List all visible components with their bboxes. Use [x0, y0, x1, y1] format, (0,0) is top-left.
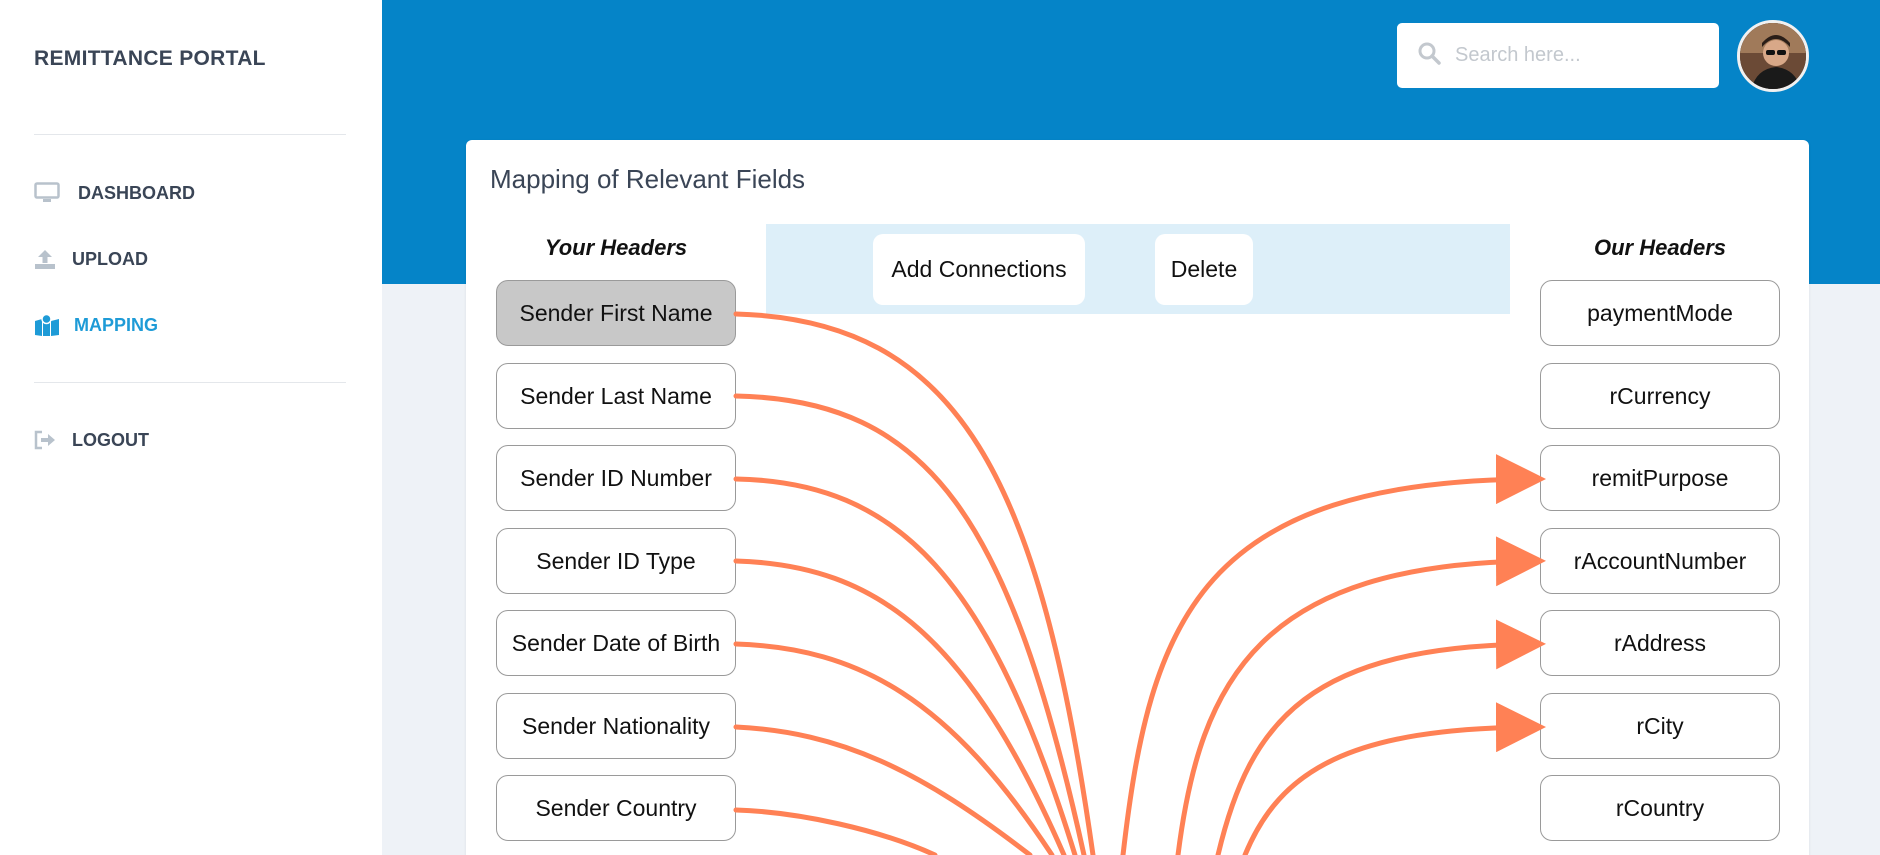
mapping-toolbar: Add Connections Delete	[766, 224, 1510, 314]
our-header-rcurrency[interactable]: rCurrency	[1540, 363, 1780, 429]
your-header-sender-country[interactable]: Sender Country	[496, 775, 736, 841]
sidebar-divider	[34, 382, 346, 383]
sidebar-item-label: MAPPING	[74, 314, 159, 335]
logout-icon	[34, 427, 64, 453]
monitor-icon	[34, 180, 64, 206]
our-header-remitpurpose[interactable]: remitPurpose	[1540, 445, 1780, 511]
our-header-rcountry[interactable]: rCountry	[1540, 775, 1780, 841]
sidebar-item-label: UPLOAD	[72, 248, 148, 269]
sidebar-item-label: DASHBOARD	[78, 182, 195, 203]
avatar[interactable]	[1737, 20, 1809, 92]
upload-icon	[34, 246, 64, 272]
sidebar-item-mapping[interactable]: MAPPING	[34, 312, 158, 338]
our-header-paymentmode[interactable]: paymentMode	[1540, 280, 1780, 346]
our-header-raddress[interactable]: rAddress	[1540, 610, 1780, 676]
our-headers-title: Our Headers	[1593, 235, 1727, 260]
search-input[interactable]	[1455, 44, 1705, 67]
sidebar-divider	[34, 134, 346, 135]
your-header-sender-date-of-birth[interactable]: Sender Date of Birth	[496, 610, 736, 676]
sidebar-item-logout[interactable]: LOGOUT	[34, 427, 149, 453]
sidebar: REMITTANCE PORTAL DASHBOARD UPLOAD MAPPI…	[0, 0, 382, 855]
your-headers-title: Your Headers	[544, 235, 688, 260]
our-header-raccountnumber[interactable]: rAccountNumber	[1540, 528, 1780, 594]
page-title: Mapping of Relevant Fields	[490, 164, 806, 194]
sidebar-item-upload[interactable]: UPLOAD	[34, 246, 148, 272]
your-header-sender-nationality[interactable]: Sender Nationality	[496, 693, 736, 759]
search-icon	[1417, 41, 1441, 70]
your-header-sender-first-name[interactable]: Sender First Name	[496, 280, 736, 346]
brand-title: REMITTANCE PORTAL	[34, 47, 266, 70]
your-header-sender-id-type[interactable]: Sender ID Type	[496, 528, 736, 594]
your-header-sender-last-name[interactable]: Sender Last Name	[496, 363, 736, 429]
mapping-card: Mapping of Relevant Fields Your Headers …	[466, 140, 1809, 855]
search-box[interactable]	[1397, 23, 1719, 88]
add-connections-button[interactable]: Add Connections	[873, 234, 1085, 305]
our-header-rcity[interactable]: rCity	[1540, 693, 1780, 759]
sidebar-item-dashboard[interactable]: DASHBOARD	[34, 180, 195, 206]
sidebar-item-label: LOGOUT	[72, 429, 149, 450]
map-icon	[34, 312, 64, 338]
delete-button[interactable]: Delete	[1155, 234, 1253, 305]
your-header-sender-id-number[interactable]: Sender ID Number	[496, 445, 736, 511]
